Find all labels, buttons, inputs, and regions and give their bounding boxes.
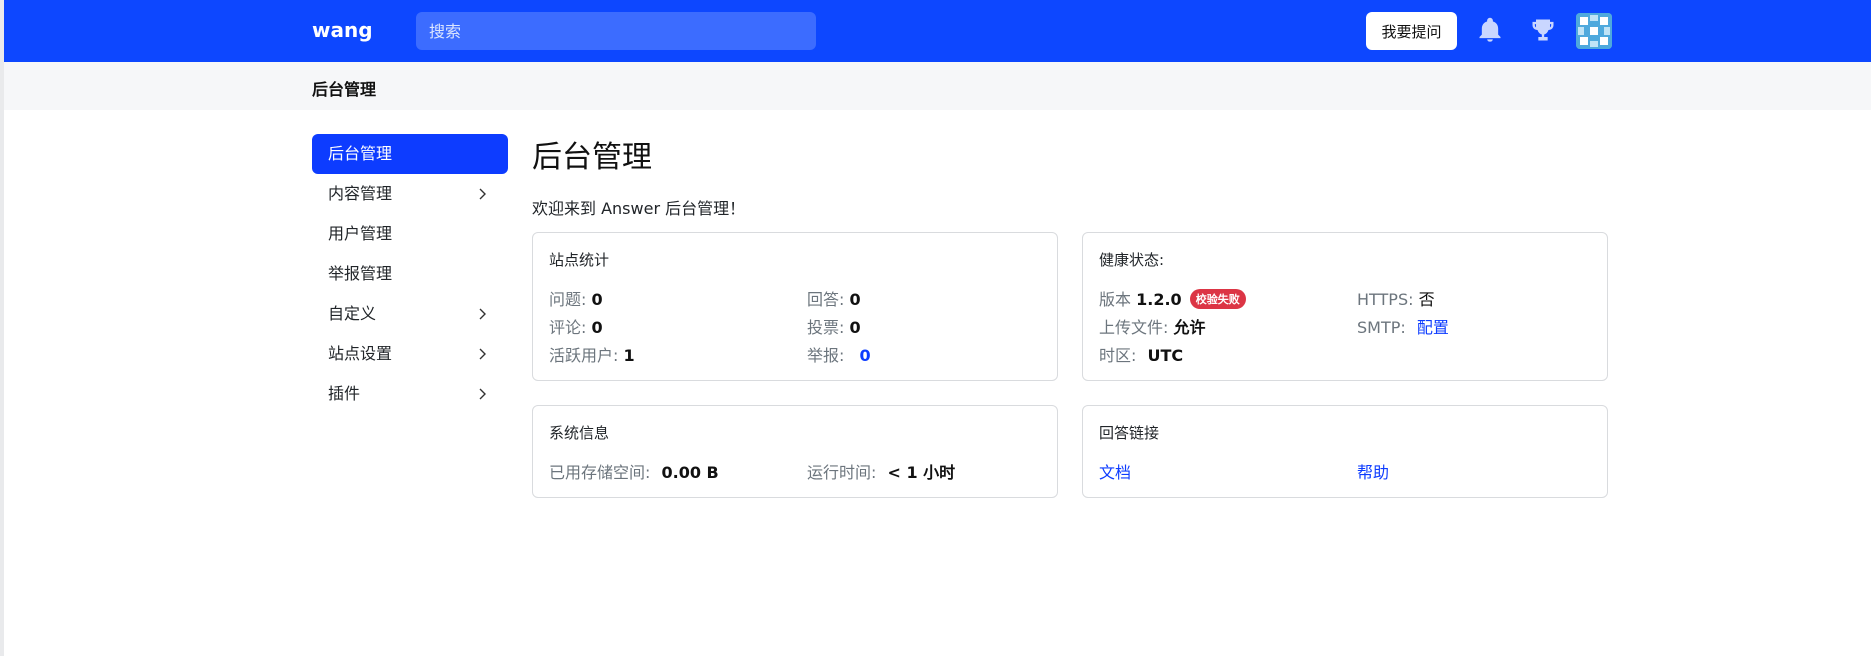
stat-value: 0 (591, 290, 603, 309)
stat-value: 0 (849, 290, 861, 309)
sidebar-item-label: 用户管理 (328, 224, 393, 243)
trophy-icon[interactable] (1529, 16, 1557, 44)
stat-active-users: 活跃用户: 1 (549, 342, 635, 366)
ask-question-button[interactable]: 我要提问 (1366, 12, 1457, 50)
docs-link[interactable]: 文档 (1099, 459, 1131, 483)
stat-label: 活跃用户: (549, 346, 619, 365)
subheader-title: 后台管理 (312, 80, 377, 99)
top-navbar: wang 我要提问 (4, 0, 1871, 62)
sidebar-item-users[interactable]: 用户管理 (312, 214, 508, 254)
status-badge: 校验失败 (1189, 289, 1246, 309)
sidebar-item-customize[interactable]: 自定义 (312, 294, 508, 334)
card-title: 站点统计 (549, 251, 610, 269)
stat-label: 评论: (549, 318, 587, 337)
system-label: 已用存储空间: (549, 463, 651, 482)
health-https: HTTPS: 否 (1357, 286, 1435, 310)
avatar[interactable] (1576, 13, 1612, 49)
sidebar-item-label: 插件 (328, 384, 361, 403)
health-value: 允许 (1173, 318, 1206, 337)
health-version: 版本 1.2.0 校验失败 (1099, 286, 1246, 310)
stat-questions: 问题: 0 (549, 286, 603, 310)
system-storage: 已用存储空间: 0.00 B (549, 459, 719, 483)
card-title: 健康状态: (1099, 251, 1165, 269)
stat-label: 举报: (807, 346, 845, 365)
page-subheader: 后台管理 (4, 62, 1871, 110)
chevron-right-icon (479, 388, 486, 400)
sidebar-item-content[interactable]: 内容管理 (312, 174, 508, 214)
stat-label: 投票: (807, 318, 845, 337)
health-timezone: 时区: UTC (1099, 342, 1183, 366)
chevron-right-icon (479, 188, 486, 200)
health-value: UTC (1147, 346, 1184, 365)
sidebar-item-label: 内容管理 (328, 184, 393, 203)
health-label: 时区: (1099, 346, 1137, 365)
health-value: 1.2.0 (1136, 290, 1182, 309)
health-status-card: 健康状态: 版本 1.2.0 校验失败 HTTPS: 否 上传文件: 允许 SM… (1082, 232, 1608, 381)
bell-icon[interactable] (1476, 16, 1504, 44)
stat-votes: 投票: 0 (807, 314, 861, 338)
sidebar-item-label: 站点设置 (328, 344, 393, 363)
stat-reports: 举报: 0 (807, 342, 871, 366)
health-label: 上传文件: (1099, 318, 1169, 337)
smtp-config-link[interactable]: 配置 (1417, 318, 1449, 337)
welcome-text: 欢迎来到 Answer 后台管理！ (532, 199, 746, 218)
sidebar-item-label: 举报管理 (328, 264, 393, 283)
health-label: SMTP: (1357, 318, 1406, 337)
site-stats-card: 站点统计 问题: 0 回答: 0 评论: 0 投票: 0 活跃用户: 1 举报:… (532, 232, 1058, 381)
system-info-card: 系统信息 已用存储空间: 0.00 B 运行时间: < 1 小时 (532, 405, 1058, 498)
stat-comments: 评论: 0 (549, 314, 603, 338)
sidebar-item-site-settings[interactable]: 站点设置 (312, 334, 508, 374)
search-input[interactable] (416, 12, 816, 50)
chevron-right-icon (479, 348, 486, 360)
admin-sidebar: 后台管理 内容管理 用户管理 举报管理 自定义 站点设置 插件 (312, 134, 508, 414)
card-title: 回答链接 (1099, 424, 1160, 442)
stat-label: 回答: (807, 290, 845, 309)
health-label: HTTPS: (1357, 290, 1414, 309)
system-uptime: 运行时间: < 1 小时 (807, 459, 955, 483)
sidebar-item-label: 后台管理 (328, 144, 393, 163)
answer-links-card: 回答链接 文档 帮助 (1082, 405, 1608, 498)
sidebar-item-plugins[interactable]: 插件 (312, 374, 508, 414)
reports-count-link[interactable]: 0 (860, 346, 871, 365)
sidebar-item-label: 自定义 (328, 304, 377, 323)
health-label: 版本 (1099, 290, 1132, 309)
health-value: 否 (1418, 290, 1435, 309)
system-value: 0.00 B (661, 463, 719, 482)
sidebar-item-dashboard[interactable]: 后台管理 (312, 134, 508, 174)
system-label: 运行时间: (807, 463, 877, 482)
stat-value: 0 (591, 318, 603, 337)
page-title: 后台管理 (532, 140, 652, 175)
avatar-pattern-icon (1576, 13, 1612, 49)
chevron-right-icon (479, 308, 486, 320)
brand-logo[interactable]: wang (312, 18, 373, 42)
health-upload: 上传文件: 允许 (1099, 314, 1206, 338)
stat-value: 1 (623, 346, 635, 365)
stat-answers: 回答: 0 (807, 286, 861, 310)
help-link[interactable]: 帮助 (1357, 459, 1389, 483)
card-title: 系统信息 (549, 424, 610, 442)
system-value: < 1 小时 (887, 463, 956, 482)
sidebar-item-reports[interactable]: 举报管理 (312, 254, 508, 294)
health-smtp: SMTP: 配置 (1357, 314, 1449, 338)
stat-value: 0 (849, 318, 861, 337)
stat-label: 问题: (549, 290, 587, 309)
